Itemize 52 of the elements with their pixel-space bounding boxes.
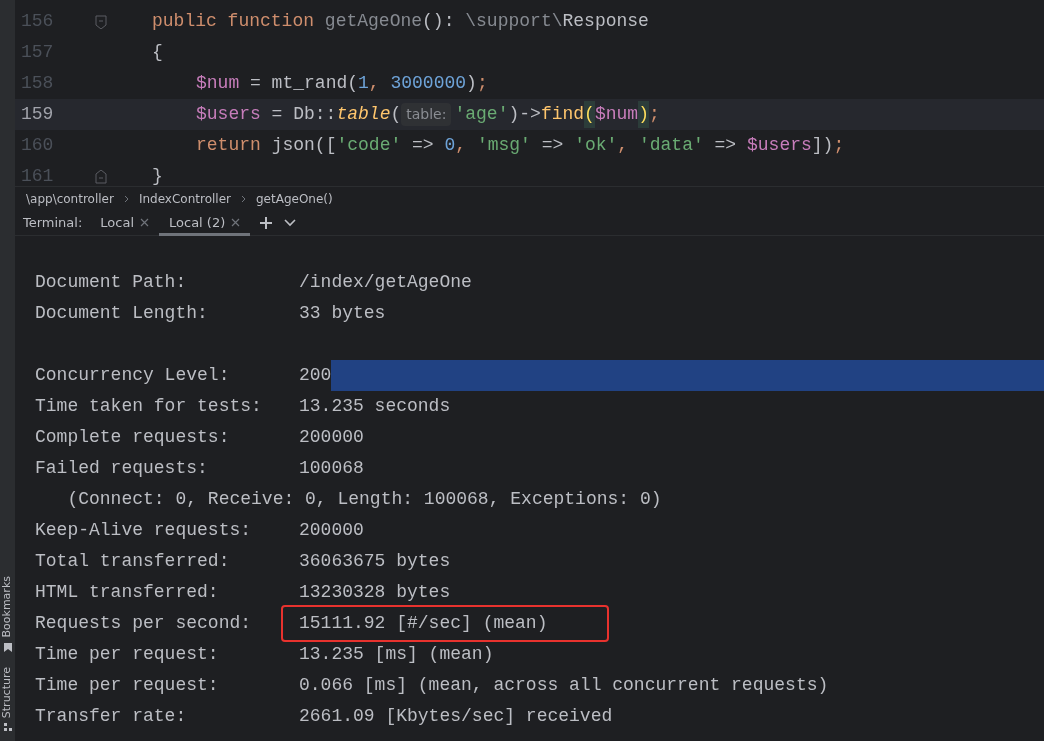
terminal-label: Terminal:	[23, 213, 83, 232]
fold-icon[interactable]	[95, 169, 107, 184]
field-value: 2661.09 [Kbytes/sec] received	[299, 705, 613, 728]
field-label: Requests per second:	[35, 612, 253, 635]
code-line: }	[151, 165, 163, 186]
bookmark-icon[interactable]	[2, 641, 13, 653]
field-value: 33 bytes	[299, 302, 386, 325]
structure-icon[interactable]	[2, 722, 13, 733]
field-label: Concurrency Level:	[35, 364, 231, 387]
field-value: 13.235 [ms] (mean)	[299, 643, 494, 666]
terminal-text: (Connect: 0, Receive: 0, Length: 100068, Exceptions: 0)	[66, 488, 662, 511]
field-label: Time per request:	[35, 643, 220, 666]
close-icon[interactable]	[140, 218, 150, 227]
terminal-tab[interactable]: Local (2)	[159, 209, 251, 236]
field-label: Keep-Alive requests:	[35, 519, 253, 542]
field-label: Document Length:	[35, 302, 209, 325]
field-value: 200	[299, 364, 332, 387]
field-value: 100068	[299, 457, 364, 480]
terminal-tab[interactable]: Local	[90, 209, 160, 236]
chevron-icon[interactable]	[241, 194, 246, 203]
breadcrumb[interactable]: IndexController	[138, 189, 231, 208]
field-label: Complete requests:	[35, 426, 231, 449]
field-value: 200000	[299, 519, 364, 542]
code-line: $num = mt_rand(1, 3000000);	[195, 72, 488, 95]
add-icon[interactable]	[260, 216, 273, 229]
field-label: Time per request:	[35, 674, 220, 697]
sidebar-tab[interactable]: Bookmarks	[0, 576, 16, 638]
code-line: {	[151, 41, 163, 64]
close-icon[interactable]	[231, 218, 241, 227]
code-line: return json(['code' => 0, 'msg' => 'ok', 'data' => $users]);	[195, 134, 845, 157]
field-label: Time taken for tests:	[35, 395, 263, 418]
field-value: /index/getAgeOne	[299, 271, 472, 294]
field-value: 200000	[299, 426, 364, 449]
field-label: Document Path:	[35, 271, 188, 294]
sidebar-tab[interactable]: Structure	[0, 666, 16, 718]
field-label: Failed requests:	[35, 457, 209, 480]
chevron-down-icon[interactable]	[284, 218, 297, 227]
field-value: 13230328 bytes	[299, 581, 451, 604]
field-label: Transfer rate:	[35, 705, 188, 728]
field-value: 0.066 [ms] (mean, across all concurrent requests)	[299, 674, 829, 697]
breadcrumb[interactable]: getAgeOne()	[256, 189, 333, 208]
field-value: 13.235 seconds	[299, 395, 451, 418]
line-number: 159	[20, 103, 55, 126]
code-line: $users = Db::table( table: 'age')->find($num);	[135, 101, 660, 128]
breadcrumb[interactable]: \app\controller	[26, 189, 114, 208]
field-value: 15111.92 [#/sec] (mean)	[299, 612, 548, 635]
field-value: 36063675 bytes	[299, 550, 451, 573]
field-label: Total transferred:	[35, 550, 231, 573]
chevron-icon[interactable]	[123, 194, 129, 203]
code-line: public function getAgeOne(): \support\Response	[151, 10, 649, 33]
fold-icon[interactable]	[95, 14, 107, 29]
field-label: HTML transferred:	[35, 581, 220, 604]
